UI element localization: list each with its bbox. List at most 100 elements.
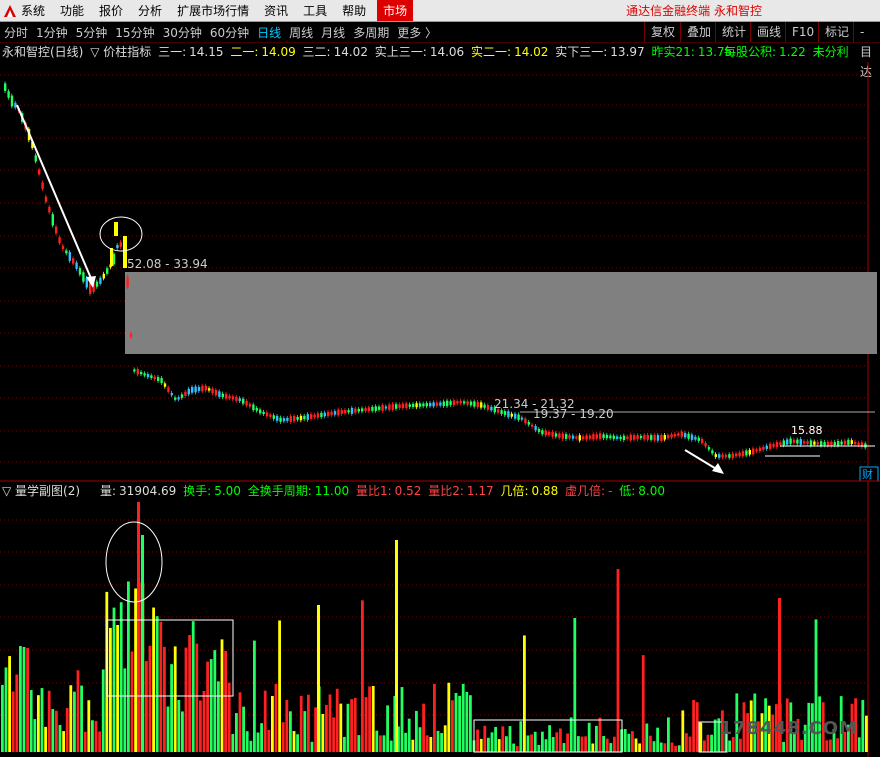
candle-body — [789, 438, 792, 444]
volume-bar — [242, 706, 245, 752]
volume-bar — [278, 620, 281, 752]
candle-body — [826, 441, 830, 446]
volume-bar — [728, 740, 731, 752]
candle-body — [225, 393, 228, 399]
volume-bar — [400, 687, 404, 752]
volume-bar — [782, 741, 785, 752]
candle-body — [588, 435, 592, 439]
volume-bar — [739, 738, 742, 752]
volume-bar — [476, 729, 479, 752]
candle-body — [337, 409, 340, 416]
candle-body — [677, 433, 680, 436]
candle-body — [599, 433, 602, 440]
candle-body — [622, 435, 626, 441]
volume-bar — [119, 602, 123, 752]
candle-body — [72, 258, 75, 264]
candle-body — [772, 444, 775, 447]
volume-bar — [451, 700, 454, 752]
volume-bar — [199, 700, 202, 752]
candle-body — [252, 404, 255, 411]
candle-body — [480, 402, 483, 408]
candle-body — [616, 436, 619, 439]
candle-body — [718, 454, 721, 458]
volume-bar — [296, 734, 299, 752]
candle-body — [395, 404, 398, 409]
volume-bar — [566, 733, 569, 752]
volume-bar — [134, 588, 137, 752]
candle-body — [765, 445, 768, 449]
candle-body — [197, 386, 201, 391]
candle-body — [405, 403, 408, 409]
candle-body — [517, 414, 520, 420]
candle-body — [469, 401, 473, 406]
candle-body — [255, 408, 258, 411]
candle-body — [61, 245, 65, 250]
candle-body — [422, 403, 425, 407]
candle-body — [643, 434, 646, 440]
volume-bar — [91, 720, 94, 752]
volume-bar — [663, 743, 667, 752]
candle-body — [95, 281, 99, 287]
candle-body — [439, 402, 442, 406]
candle-body — [578, 435, 581, 441]
grid-lines — [0, 62, 869, 757]
volume-bar — [224, 650, 227, 752]
volume-bar — [335, 688, 339, 752]
highlight-circle-volume — [105, 521, 163, 603]
candle-body — [711, 450, 714, 454]
candle-body — [357, 408, 360, 412]
kline-chart[interactable]: 52.08 - 33.94 21.34 - 21.32 19.37 - 19.2… — [0, 0, 880, 757]
volume-bar — [83, 731, 87, 752]
candle-body — [507, 411, 510, 418]
volume-bar — [494, 726, 497, 752]
volume-bar — [159, 621, 163, 752]
candle-body — [293, 416, 296, 422]
candle-body — [544, 430, 547, 436]
candle-body — [687, 433, 690, 439]
candle-body — [289, 416, 292, 422]
candle-body — [214, 390, 218, 396]
volume-bar — [861, 700, 865, 752]
zone-box-52-33[interactable] — [125, 272, 877, 354]
volume-bar — [497, 739, 501, 752]
candle-body — [602, 434, 605, 439]
candle-body — [381, 404, 384, 411]
volume-bar — [317, 605, 320, 752]
volume-bar — [461, 683, 465, 752]
candle-body — [571, 435, 575, 439]
candle-body — [809, 440, 813, 446]
candle-body — [446, 400, 449, 407]
volume-bar — [195, 643, 199, 752]
candle-body — [119, 242, 122, 247]
candle-body — [384, 406, 388, 409]
volume-bar — [76, 670, 80, 752]
volume-bar — [695, 702, 699, 752]
candle-body — [228, 395, 231, 399]
candle-body — [398, 404, 401, 408]
volume-bar — [238, 692, 242, 752]
candle-body — [520, 417, 524, 420]
volume-bar — [249, 740, 253, 752]
volume-bar — [569, 717, 573, 752]
candle-body — [456, 401, 459, 404]
candle-body — [354, 408, 357, 413]
candle-body — [344, 409, 347, 414]
candle-body — [367, 407, 371, 412]
candle-body — [432, 402, 435, 407]
volume-bar — [857, 737, 861, 752]
candle-body — [44, 196, 48, 202]
volume-bar — [80, 685, 83, 752]
volume-bar — [425, 735, 429, 752]
volume-bar — [87, 700, 91, 752]
candle-body — [296, 416, 299, 420]
volume-bar — [58, 725, 62, 752]
candle-body — [531, 424, 534, 427]
volume-bar — [55, 710, 58, 752]
candle-body — [7, 91, 10, 98]
volume-bar — [616, 569, 620, 752]
candle-body — [112, 253, 116, 265]
candle-body — [333, 411, 337, 415]
candle-body — [745, 450, 748, 456]
volume-bar — [523, 635, 526, 752]
candle-body — [110, 248, 113, 266]
